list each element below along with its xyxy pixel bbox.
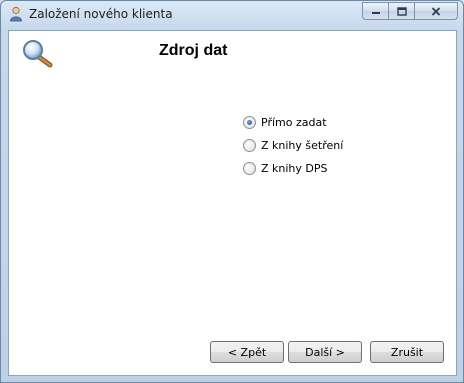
page-title: Zdroj dat — [159, 42, 228, 59]
minimize-button[interactable] — [362, 2, 388, 20]
radio-option-z-knihy-dps[interactable]: Z knihy DPS — [243, 157, 343, 180]
minimize-icon — [371, 12, 380, 14]
title-bar[interactable]: Založení nového klienta — [1, 1, 463, 27]
radio-option-primo-zadat[interactable]: Přímo zadat — [243, 111, 343, 134]
back-button[interactable]: < Zpět — [210, 341, 284, 363]
dialog-content: Zdroj dat Přímo zadat Z knihy šetření Z … — [8, 30, 457, 376]
user-icon — [10, 6, 22, 22]
radio-label: Z knihy DPS — [261, 162, 328, 175]
radio-label: Z knihy šetření — [261, 139, 344, 152]
window-title: Založení nového klienta — [29, 7, 173, 21]
radio-button[interactable] — [243, 116, 256, 129]
caption-buttons — [362, 2, 458, 20]
search-icon — [23, 40, 53, 68]
radio-label: Přímo zadat — [261, 116, 327, 129]
radio-selected-dot — [247, 120, 252, 125]
radio-button[interactable] — [243, 139, 256, 152]
cancel-button[interactable]: Zrušit — [370, 341, 444, 363]
close-button[interactable] — [414, 2, 458, 20]
data-source-radio-group: Přímo zadat Z knihy šetření Z knihy DPS — [243, 111, 343, 180]
radio-button[interactable] — [243, 162, 256, 175]
maximize-icon — [396, 6, 407, 16]
radio-option-z-knihy-setreni[interactable]: Z knihy šetření — [243, 134, 343, 157]
next-button[interactable]: Další > — [288, 341, 362, 363]
dialog-window: Založení nového klienta Zdroj dat Přímo … — [0, 0, 464, 383]
maximize-button[interactable] — [388, 2, 414, 20]
close-icon — [431, 6, 441, 16]
